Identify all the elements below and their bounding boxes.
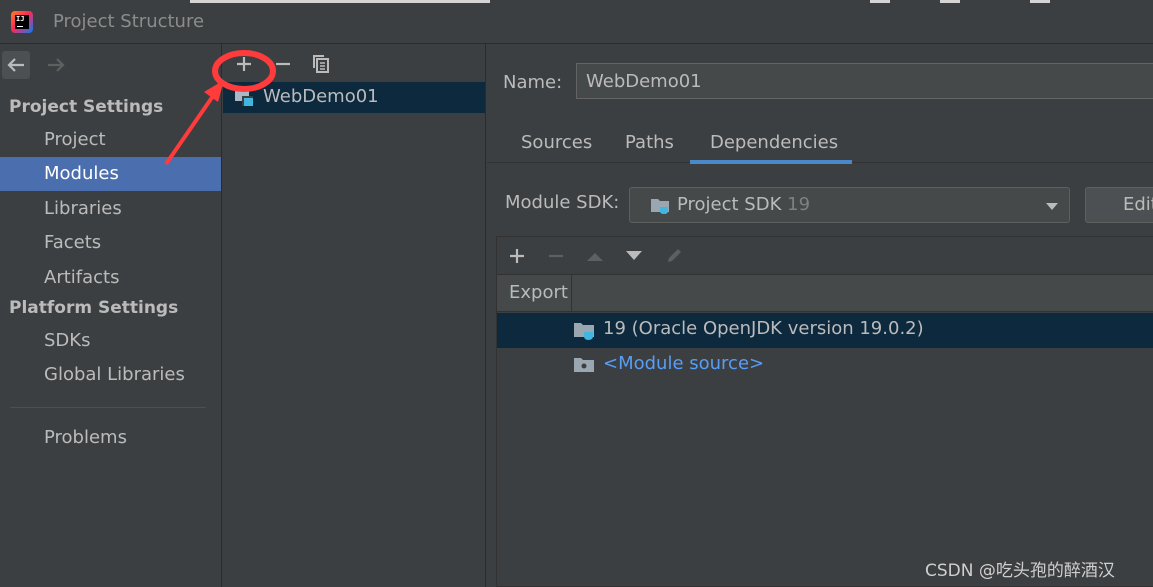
source-folder-icon <box>574 358 594 372</box>
arrow-down-icon <box>626 251 642 260</box>
export-column-header[interactable]: Export <box>497 275 572 311</box>
sdk-folder-icon <box>651 199 669 214</box>
module-tabs: Sources Paths Dependencies <box>487 124 1153 164</box>
dependency-row-jdk[interactable]: 19 (Oracle OpenJDK version 19.0.2) <box>497 313 1153 348</box>
module-sdk-dropdown[interactable]: Project SDK 19 <box>629 187 1070 223</box>
module-tree-item-webdemo01[interactable]: WebDemo01 <box>223 82 485 113</box>
module-details: Name: Sources Paths Dependencies Module … <box>487 44 1153 587</box>
module-name-field[interactable] <box>576 63 1153 99</box>
minus-icon <box>549 254 563 258</box>
arrow-left-icon <box>7 58 24 72</box>
settings-sidebar: Project Settings Project Modules Librari… <box>0 44 222 587</box>
plus-icon <box>237 57 251 71</box>
sidebar-item-libraries[interactable]: Libraries <box>0 192 221 226</box>
chevron-down-icon <box>1046 203 1058 210</box>
dependencies-table: Export 19 (Oracle OpenJDK version 19.0.2… <box>496 236 1153 587</box>
add-dependency-button[interactable] <box>506 245 528 267</box>
name-label: Name: <box>503 72 563 93</box>
dependency-label: <Module source> <box>603 353 765 374</box>
platform-settings-heading: Platform Settings <box>9 298 179 318</box>
background-window-strip <box>150 0 1153 8</box>
remove-module-button[interactable] <box>271 52 295 76</box>
title-bar: IJ Project Structure <box>0 0 1153 44</box>
project-settings-heading: Project Settings <box>9 97 164 117</box>
move-down-button[interactable] <box>623 245 645 267</box>
sidebar-item-problems[interactable]: Problems <box>0 421 221 455</box>
copy-module-button[interactable] <box>309 52 333 76</box>
sidebar-item-sdks[interactable]: SDKs <box>0 324 221 358</box>
tab-sources[interactable]: Sources <box>521 132 592 153</box>
sidebar-item-facets[interactable]: Facets <box>0 226 221 260</box>
dependency-label: 19 (Oracle OpenJDK version 19.0.2) <box>603 318 924 339</box>
window-title: Project Structure <box>53 11 205 32</box>
arrow-up-icon <box>587 253 603 261</box>
watermark: CSDN @吃头孢的醉酒汉 <box>925 561 1115 581</box>
edit-dependency-button[interactable] <box>663 245 685 267</box>
move-up-button[interactable] <box>584 245 606 267</box>
minus-icon <box>276 62 290 66</box>
module-sdk-label: Module SDK: <box>505 192 620 213</box>
pencil-icon <box>668 249 681 262</box>
add-module-button[interactable] <box>232 52 256 76</box>
module-sdk-value: Project SDK <box>677 194 782 215</box>
remove-dependency-button[interactable] <box>545 245 567 267</box>
arrow-right-icon <box>48 58 65 72</box>
sidebar-item-modules[interactable]: Modules <box>0 157 221 191</box>
edit-sdk-button[interactable]: Edit <box>1085 187 1153 223</box>
module-name: WebDemo01 <box>263 86 379 107</box>
back-button[interactable] <box>2 51 30 79</box>
module-icon <box>235 90 253 106</box>
tab-paths[interactable]: Paths <box>625 132 674 153</box>
tab-dependencies[interactable]: Dependencies <box>710 132 838 153</box>
sidebar-item-global-libraries[interactable]: Global Libraries <box>0 358 221 392</box>
active-tab-indicator <box>690 160 852 164</box>
sidebar-item-artifacts[interactable]: Artifacts <box>0 261 221 295</box>
jdk-folder-icon <box>574 323 594 340</box>
copy-icon <box>313 55 329 73</box>
dependency-row-module-source[interactable]: <Module source> <box>497 348 1153 383</box>
forward-button[interactable] <box>42 51 70 79</box>
modules-toolbar <box>223 44 486 81</box>
sidebar-divider <box>10 407 206 408</box>
sidebar-item-project[interactable]: Project <box>0 123 221 157</box>
intellij-idea-icon: IJ <box>11 11 33 33</box>
module-sdk-version: 19 <box>787 194 811 215</box>
dependencies-toolbar <box>497 237 1153 275</box>
plus-icon <box>510 249 524 263</box>
modules-panel: WebDemo01 <box>223 44 486 587</box>
dependencies-header: Export <box>497 275 1153 312</box>
